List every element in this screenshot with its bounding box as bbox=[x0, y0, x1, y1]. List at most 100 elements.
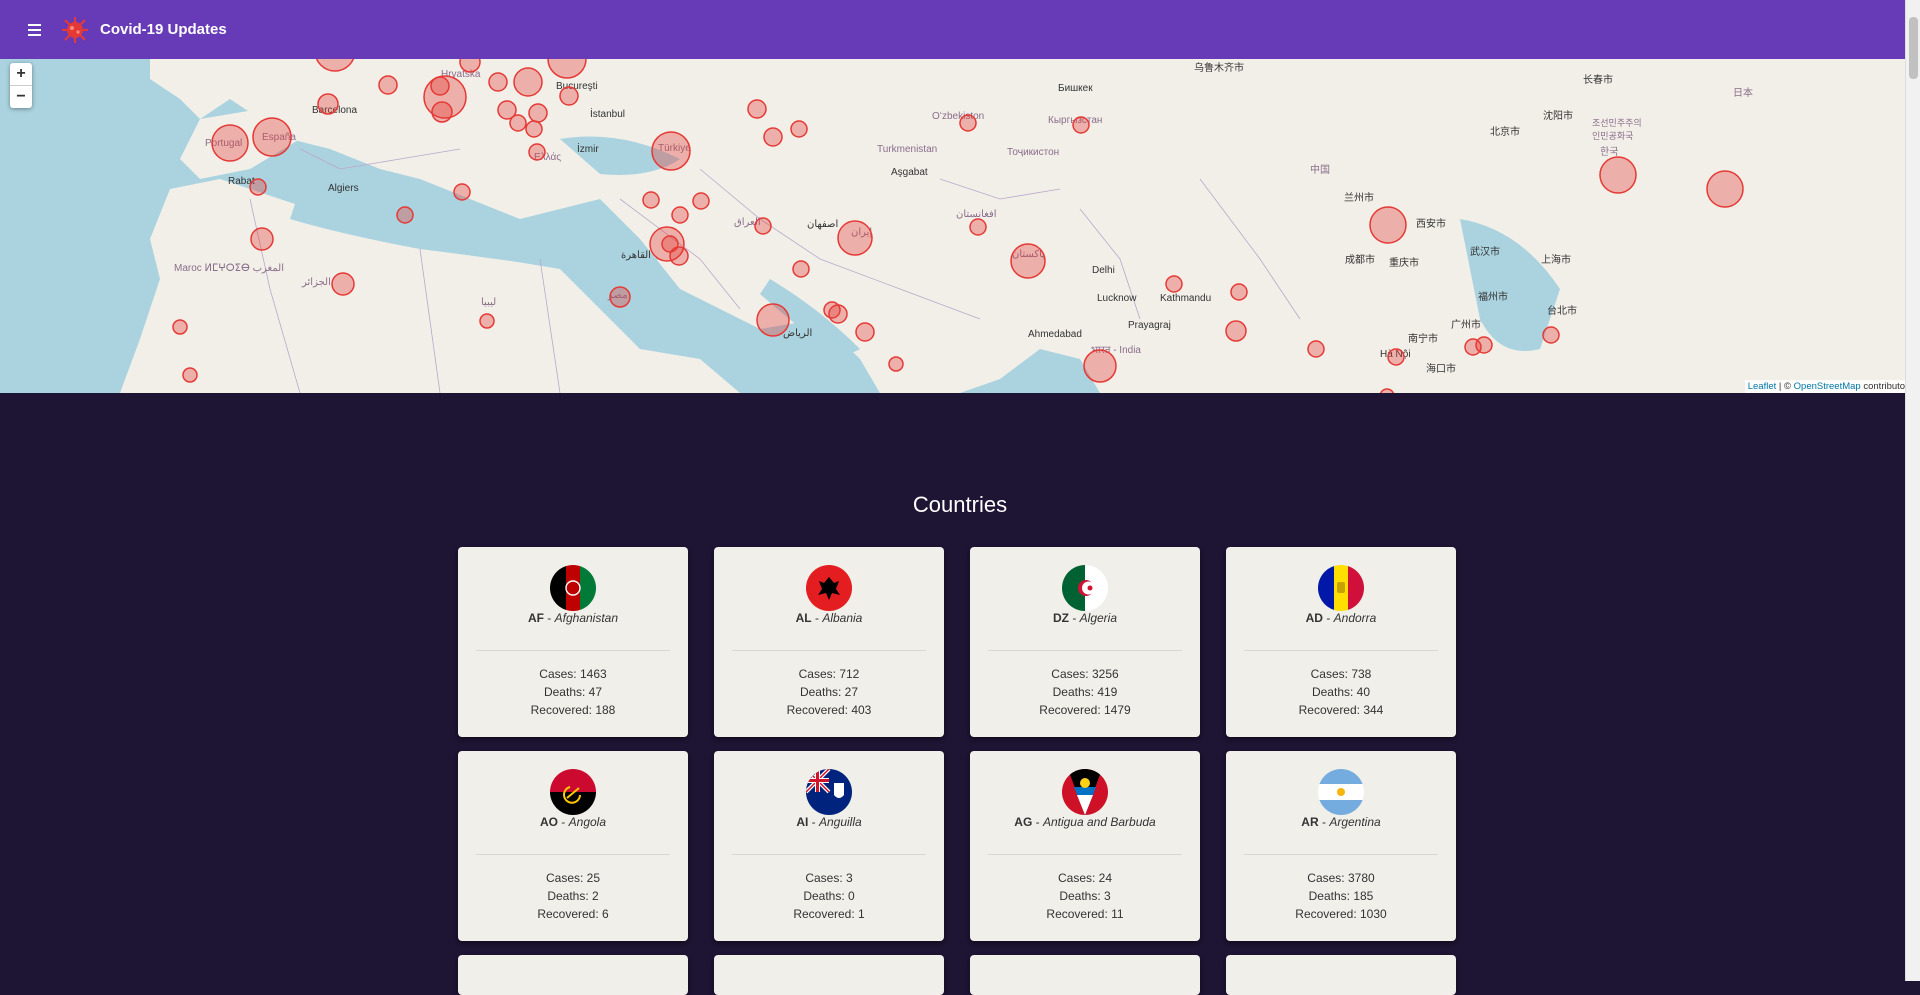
case-marker[interactable] bbox=[430, 76, 450, 96]
deaths-text: Deaths: 3 bbox=[1059, 889, 1111, 903]
country-card[interactable]: AO - Angola Cases: 25 Deaths: 2 Recovere… bbox=[458, 751, 688, 941]
case-marker[interactable] bbox=[1165, 275, 1183, 293]
anguilla-flag-icon bbox=[806, 769, 852, 815]
case-marker[interactable] bbox=[1379, 388, 1395, 393]
case-marker[interactable] bbox=[547, 59, 587, 79]
case-marker[interactable] bbox=[509, 114, 527, 132]
menu-icon[interactable] bbox=[24, 19, 46, 41]
country-name: AO - Angola bbox=[539, 815, 607, 829]
country-card[interactable]: DZ - Algeria Cases: 3256 Deaths: 419 Rec… bbox=[970, 547, 1200, 737]
case-marker[interactable] bbox=[756, 303, 790, 337]
case-marker[interactable] bbox=[249, 178, 267, 196]
cases-text: Cases: 712 bbox=[798, 667, 860, 681]
case-marker[interactable] bbox=[479, 313, 495, 329]
case-marker[interactable] bbox=[453, 183, 471, 201]
case-marker[interactable] bbox=[1072, 116, 1090, 134]
case-marker[interactable] bbox=[1706, 170, 1744, 208]
country-code: AF bbox=[527, 611, 544, 625]
page-scrollbar[interactable] bbox=[1905, 0, 1920, 981]
country-full-name: Albania bbox=[822, 611, 863, 625]
case-marker[interactable] bbox=[651, 131, 691, 171]
divider bbox=[732, 854, 926, 855]
case-marker[interactable] bbox=[828, 304, 848, 324]
country-name: AG - Antigua and Barbuda bbox=[1014, 815, 1156, 829]
country-card[interactable]: AD - Andorra Cases: 738 Deaths: 40 Recov… bbox=[1226, 547, 1456, 737]
case-marker[interactable] bbox=[528, 143, 546, 161]
country-card[interactable] bbox=[970, 955, 1200, 995]
recovered-text: Recovered: 1030 bbox=[1295, 907, 1387, 921]
divider bbox=[1244, 650, 1438, 651]
cases-text: Cases: 3256 bbox=[1051, 667, 1119, 681]
country-code: AG bbox=[1014, 815, 1033, 829]
case-marker[interactable] bbox=[1369, 206, 1407, 244]
case-marker[interactable] bbox=[513, 67, 543, 97]
case-marker[interactable] bbox=[969, 218, 987, 236]
recovered-text: Recovered: 188 bbox=[530, 703, 616, 717]
case-marker[interactable] bbox=[172, 319, 188, 335]
country-card[interactable] bbox=[1226, 955, 1456, 995]
divider bbox=[732, 650, 926, 651]
case-marker[interactable] bbox=[609, 286, 631, 308]
case-marker[interactable] bbox=[378, 75, 398, 95]
case-marker[interactable] bbox=[792, 260, 810, 278]
case-marker[interactable] bbox=[855, 322, 875, 342]
afghanistan-flag-icon bbox=[550, 565, 596, 611]
case-marker[interactable] bbox=[488, 72, 508, 92]
country-card[interactable] bbox=[714, 955, 944, 995]
case-marker[interactable] bbox=[669, 246, 689, 266]
recovered-text: Recovered: 1 bbox=[793, 907, 865, 921]
openstreetmap-link[interactable]: OpenStreetMap bbox=[1794, 381, 1861, 392]
case-marker[interactable] bbox=[1010, 243, 1046, 279]
country-name: AF - Afghanistan bbox=[527, 611, 619, 625]
case-marker[interactable] bbox=[182, 367, 198, 383]
case-marker[interactable] bbox=[396, 206, 414, 224]
country-code: DZ bbox=[1052, 611, 1069, 625]
scrollbar-thumb[interactable] bbox=[1909, 17, 1918, 79]
app-title: Covid-19 Updates bbox=[100, 21, 227, 38]
case-marker[interactable] bbox=[1387, 348, 1405, 366]
case-marker[interactable] bbox=[559, 86, 579, 106]
case-marker[interactable] bbox=[1307, 340, 1325, 358]
case-marker[interactable] bbox=[692, 192, 710, 210]
divider bbox=[476, 854, 670, 855]
case-marker[interactable] bbox=[754, 217, 772, 235]
country-card[interactable]: AR - Argentina Cases: 3780 Deaths: 185 R… bbox=[1226, 751, 1456, 941]
case-marker[interactable] bbox=[1542, 326, 1560, 344]
zoom-out-button[interactable]: − bbox=[10, 86, 32, 108]
case-marker[interactable] bbox=[671, 206, 689, 224]
case-marker[interactable] bbox=[211, 124, 249, 162]
case-marker[interactable] bbox=[459, 59, 481, 73]
case-marker[interactable] bbox=[315, 59, 355, 72]
case-marker[interactable] bbox=[431, 101, 453, 123]
world-map[interactable]: Portugal España Barcelona Algiers Rabat … bbox=[0, 59, 1920, 393]
countries-grid: AF - Afghanistan Cases: 1463 Deaths: 47 … bbox=[458, 547, 1458, 995]
case-marker[interactable] bbox=[763, 127, 783, 147]
leaflet-link[interactable]: Leaflet bbox=[1748, 381, 1777, 392]
case-marker[interactable] bbox=[888, 356, 904, 372]
case-marker[interactable] bbox=[1225, 320, 1247, 342]
case-marker[interactable] bbox=[747, 99, 767, 119]
case-marker[interactable] bbox=[1599, 156, 1637, 194]
cases-text: Cases: 3780 bbox=[1307, 871, 1375, 885]
country-card[interactable] bbox=[458, 955, 688, 995]
country-card[interactable]: AF - Afghanistan Cases: 1463 Deaths: 47 … bbox=[458, 547, 688, 737]
case-marker[interactable] bbox=[1475, 336, 1493, 354]
country-full-name: Afghanistan bbox=[554, 611, 619, 625]
case-marker[interactable] bbox=[1230, 283, 1248, 301]
zoom-in-button[interactable]: + bbox=[10, 63, 32, 86]
case-marker[interactable] bbox=[790, 120, 808, 138]
case-marker[interactable] bbox=[317, 93, 339, 115]
case-marker[interactable] bbox=[525, 120, 543, 138]
country-card[interactable]: AI - Anguilla Cases: 3 Deaths: 0 Recover… bbox=[714, 751, 944, 941]
case-marker[interactable] bbox=[252, 117, 292, 157]
country-card[interactable]: AL - Albania Cases: 712 Deaths: 27 Recov… bbox=[714, 547, 944, 737]
case-marker[interactable] bbox=[642, 191, 660, 209]
case-marker[interactable] bbox=[331, 272, 355, 296]
country-card[interactable]: AG - Antigua and Barbuda Cases: 24 Death… bbox=[970, 751, 1200, 941]
case-marker[interactable] bbox=[250, 227, 274, 251]
case-marker[interactable] bbox=[837, 220, 873, 256]
case-marker[interactable] bbox=[959, 114, 977, 132]
section-title: Countries bbox=[912, 492, 1008, 517]
case-marker[interactable] bbox=[1083, 349, 1117, 383]
case-marker[interactable] bbox=[528, 103, 548, 123]
